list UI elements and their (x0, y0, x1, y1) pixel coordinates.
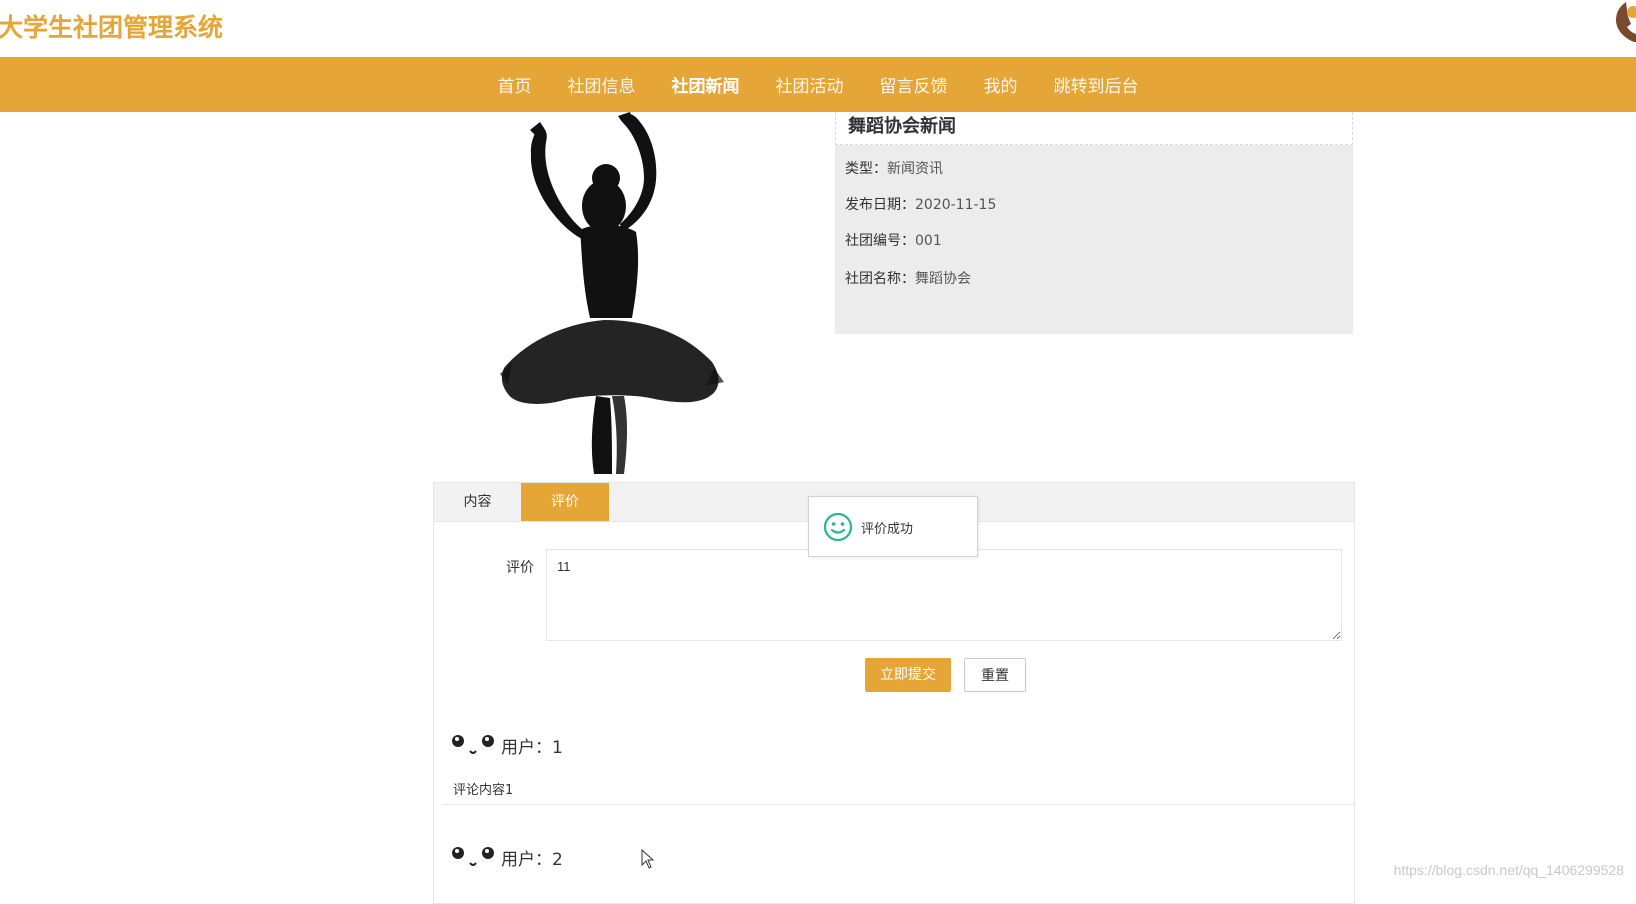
nav-item-home[interactable]: 首页 (480, 72, 550, 97)
nav-item-club-activities[interactable]: 社团活动 (758, 72, 862, 97)
tab-content[interactable]: 内容 (434, 483, 521, 521)
comment-user: 用户：1 (501, 738, 563, 758)
info-row-date: 发布日期：2020-11-15 (845, 194, 996, 214)
header: 大学生社团管理系统 (0, 0, 1636, 57)
success-toast: 评价成功 (808, 496, 978, 557)
main-navbar: 首页 社团信息 社团新闻 社团活动 留言反馈 我的 跳转到后台 (0, 57, 1636, 112)
review-textarea[interactable] (546, 549, 1342, 641)
info-row-club-id: 社团编号：001 (845, 230, 942, 250)
nav-item-club-news[interactable]: 社团新闻 (654, 72, 758, 97)
toast-message: 评价成功 (861, 522, 914, 537)
phone-icon[interactable] (1596, 0, 1636, 44)
smile-icon (823, 512, 853, 542)
info-value: 2020-11-15 (915, 197, 997, 213)
submit-button[interactable]: 立即提交 (865, 658, 951, 692)
comment-content: 评论内容1 (453, 783, 514, 798)
mouse-cursor-icon (641, 849, 655, 869)
avatar-icon (452, 847, 494, 866)
reset-button[interactable]: 重置 (964, 658, 1026, 692)
tab-review[interactable]: 评价 (521, 483, 609, 521)
news-image (500, 112, 724, 474)
info-row-type: 类型：新闻资讯 (845, 158, 943, 178)
info-value: 001 (915, 233, 942, 249)
nav-item-admin[interactable]: 跳转到后台 (1036, 72, 1157, 97)
info-value: 新闻资讯 (887, 161, 943, 177)
info-value: 舞蹈协会 (915, 271, 971, 287)
info-label: 类型： (845, 161, 887, 177)
info-label: 发布日期： (845, 197, 915, 213)
review-label: 评价 (506, 560, 534, 576)
nav-item-feedback[interactable]: 留言反馈 (862, 72, 966, 97)
nav-item-mine[interactable]: 我的 (966, 72, 1036, 97)
comment-user: 用户：2 (501, 850, 563, 870)
avatar-icon (452, 735, 494, 754)
info-row-club-name: 社团名称：舞蹈协会 (845, 268, 971, 288)
nav-item-club-info[interactable]: 社团信息 (550, 72, 654, 97)
news-info-panel: 舞蹈协会新闻 类型：新闻资讯 发布日期：2020-11-15 社团编号：001 … (835, 112, 1353, 334)
watermark: https://blog.csdn.net/qq_1406299528 (1393, 862, 1624, 878)
site-title[interactable]: 大学生社团管理系统 (0, 8, 223, 44)
comment-divider (442, 804, 1356, 805)
info-label: 社团编号： (845, 233, 915, 249)
info-label: 社团名称： (845, 271, 915, 287)
news-title-bar: 舞蹈协会新闻 (835, 112, 1353, 145)
news-title: 舞蹈协会新闻 (848, 116, 956, 137)
